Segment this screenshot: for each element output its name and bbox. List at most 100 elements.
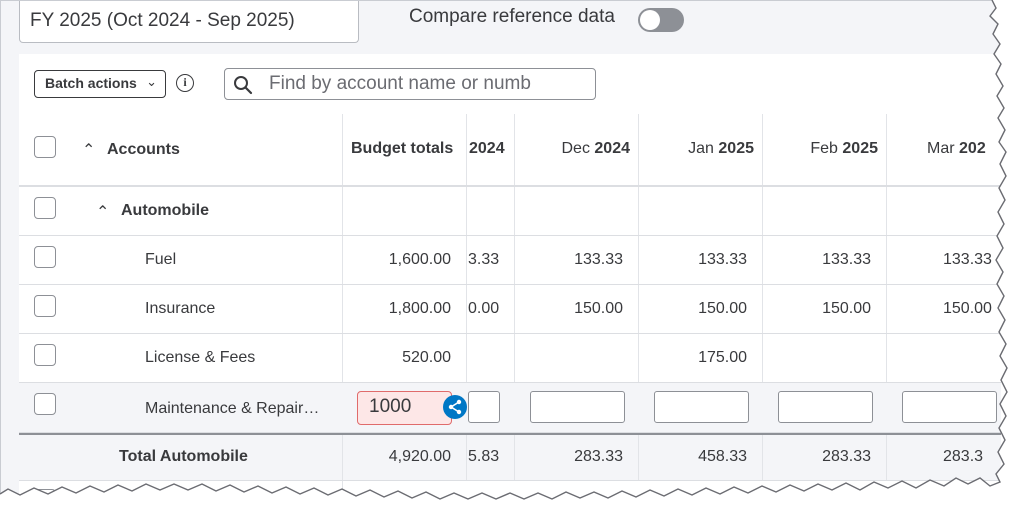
dec-month-label: Dec [561, 140, 590, 157]
dec-cell[interactable]: 133.33 [514, 236, 638, 284]
fiscal-year-select[interactable]: FY 2025 (Oct 2024 - Sep 2025) [19, 1, 359, 43]
distribute-icon[interactable] [443, 395, 467, 419]
budget-panel: Batch actions ⌄ i ⌃ Accounts Budget tota… [19, 54, 1001, 507]
mar-cell[interactable] [886, 334, 1001, 382]
table-row[interactable]: Fuel 1,600.00 3.33 133.33 133.33 133.33 … [19, 236, 1001, 285]
group-name: Automobile [121, 202, 209, 219]
group-feb-cell [762, 187, 886, 235]
row-checkbox[interactable] [34, 197, 56, 219]
budget-total-cell [342, 481, 466, 507]
compare-reference-toggle[interactable] [638, 8, 684, 32]
nov-cell[interactable]: 0.00 [466, 285, 514, 333]
compare-reference-label: Compare reference data [409, 6, 615, 27]
budget-total: 1,800.00 [388, 300, 451, 317]
toggle-knob [640, 10, 660, 30]
select-all-checkbox[interactable] [34, 136, 56, 158]
nov-value: 0.00 [468, 300, 500, 317]
account-name: Maintenance & Repair… [145, 400, 320, 417]
dec-value: 133.33 [574, 251, 623, 268]
row-checkbox[interactable] [34, 489, 56, 507]
feb-header-cell: Feb 2025 [762, 114, 886, 185]
total-dec: 283.33 [574, 448, 623, 465]
chevron-down-icon: ⌄ [146, 74, 157, 89]
accounts-column-header[interactable]: Accounts [107, 141, 180, 159]
info-icon[interactable]: i [176, 74, 194, 92]
total-jan: 458.33 [698, 448, 747, 465]
collapse-group-icon[interactable]: ⌃ [96, 202, 109, 222]
feb-value: 150.00 [822, 300, 871, 317]
mar-month-label: Mar [927, 140, 955, 157]
nov-header-cell: 2024 [466, 114, 514, 185]
row-checkbox[interactable] [34, 295, 56, 317]
budget-totals-header: Budget totals [351, 140, 454, 157]
nov-header: 2024 [469, 140, 505, 157]
feb-input[interactable] [778, 391, 873, 423]
search-input[interactable] [269, 71, 589, 97]
group-dec-cell [514, 187, 638, 235]
dec-cell[interactable] [514, 334, 638, 382]
budget-total-cell: 1,800.00 [342, 285, 466, 333]
batch-actions-button[interactable]: Batch actions ⌄ [34, 70, 166, 98]
group-mar-cell [886, 187, 1001, 235]
mar-header: Mar 202 [927, 140, 986, 158]
mar-input[interactable] [902, 391, 997, 423]
account-name: Insurance [145, 300, 216, 317]
jan-header-cell: Jan 2025 [638, 114, 762, 185]
collapse-all-icon[interactable]: ⌃ [82, 140, 95, 160]
jan-month-label: Jan [688, 140, 714, 157]
row-checkbox[interactable] [34, 246, 56, 268]
jan-cell[interactable]: 133.33 [638, 236, 762, 284]
budget-total-cell: 1,600.00 [342, 236, 466, 284]
dec-value: 150.00 [574, 300, 623, 317]
total-feb-cell: 283.33 [762, 435, 886, 480]
budget-total: 520.00 [402, 349, 451, 366]
feb-cell[interactable] [762, 334, 886, 382]
budget-page: FY 2025 (Oct 2024 - Sep 2025) Compare re… [0, 0, 1001, 507]
mar-cell[interactable]: 133.33 [886, 236, 1001, 284]
share-arrows-icon [448, 399, 462, 415]
mar-cell[interactable]: 150.00 [886, 285, 1001, 333]
batch-actions-label: Batch actions [45, 75, 137, 91]
jan-cell[interactable]: 150.00 [638, 285, 762, 333]
jan-input[interactable] [654, 391, 749, 423]
table-row[interactable] [19, 481, 1001, 507]
nov-cell[interactable]: 3.33 [466, 236, 514, 284]
table-row[interactable]: Insurance 1,800.00 0.00 150.00 150.00 15… [19, 285, 1001, 334]
feb-cell[interactable]: 150.00 [762, 285, 886, 333]
row-checkbox[interactable] [34, 393, 56, 415]
table-toolbar: Batch actions ⌄ i [19, 54, 1001, 114]
dec-cell[interactable]: 150.00 [514, 285, 638, 333]
feb-year-label: 2025 [842, 140, 878, 157]
budget-total-input[interactable]: 1000 [357, 391, 452, 425]
dec-year-label: 2024 [594, 140, 630, 157]
total-nov-cell: 5.83 [466, 435, 514, 480]
dec-header: Dec 2024 [562, 140, 631, 158]
mar-value: 133.33 [943, 251, 992, 268]
total-mar-cell: 283.3 [886, 435, 1001, 480]
jan-value: 150.00 [698, 300, 747, 317]
nov-value: 3.33 [468, 251, 500, 268]
feb-header: Feb 2025 [810, 140, 878, 158]
table-row-editing[interactable]: Maintenance & Repair… 1000 [19, 383, 1001, 433]
row-checkbox[interactable] [34, 344, 56, 366]
budget-total-cell: 520.00 [342, 334, 466, 382]
nov-input[interactable] [468, 391, 500, 423]
search-icon [234, 76, 253, 95]
budget-totals-header-cell: Budget totals [342, 114, 466, 185]
group-jan-cell [638, 187, 762, 235]
mar-value: 150.00 [943, 300, 992, 317]
jan-header: Jan 2025 [688, 140, 754, 158]
feb-value: 133.33 [822, 251, 871, 268]
search-box[interactable] [224, 68, 596, 100]
mar-header-cell: Mar 202 [886, 114, 1001, 185]
jan-cell[interactable]: 175.00 [638, 334, 762, 382]
dec-input[interactable] [530, 391, 625, 423]
total-feb: 283.33 [822, 448, 871, 465]
table-header-row: ⌃ Accounts Budget totals 2024 Dec 2024 J… [19, 114, 1001, 187]
nov-cell[interactable] [466, 334, 514, 382]
group-row-automobile: ⌃ Automobile [19, 187, 1001, 236]
feb-cell[interactable]: 133.33 [762, 236, 886, 284]
jan-year-label: 2025 [718, 140, 754, 157]
table-row[interactable]: License & Fees 520.00 175.00 [19, 334, 1001, 383]
total-budget: 4,920.00 [388, 448, 451, 465]
